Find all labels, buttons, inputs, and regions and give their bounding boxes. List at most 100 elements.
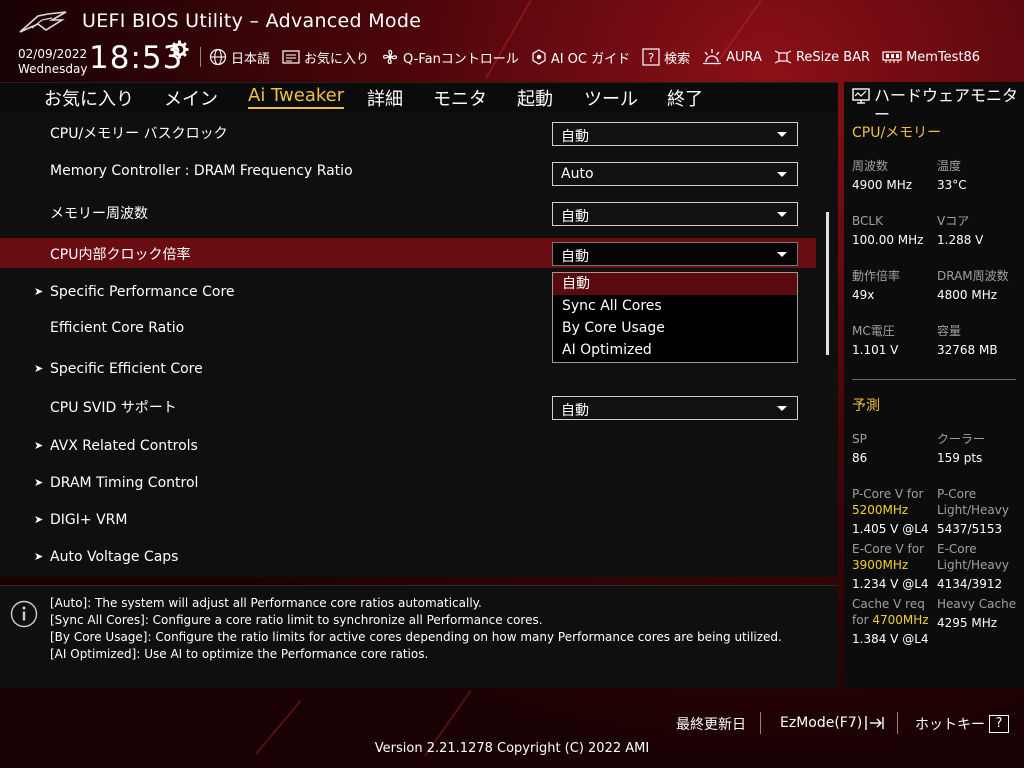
help-panel: [Auto]: The system will adjust all Perfo… <box>0 585 838 688</box>
setting-row-dram-timing[interactable]: ➤ DRAM Timing Control <box>0 469 816 499</box>
tab-favorites[interactable]: お気に入り <box>44 85 134 111</box>
language-button[interactable]: 日本語 <box>209 48 270 67</box>
app-title: UEFI BIOS Utility – Advanced Mode <box>82 10 422 32</box>
hw-label-bclk: BCLK <box>852 214 883 228</box>
settings-panel: CPU/メモリー バスクロック 自動 Memory Controller : D… <box>0 112 838 577</box>
setting-label: メモリー周波数 <box>50 206 148 222</box>
hw-value-bclk: 100.00 MHz <box>852 233 924 247</box>
setting-label: CPU内部クロック倍率 <box>50 247 191 263</box>
dropdown-options-popup: 自動 Sync All Cores By Core Usage AI Optim… <box>552 272 798 363</box>
option-sync-all-cores[interactable]: Sync All Cores <box>553 295 797 317</box>
tab-monitor[interactable]: モニタ <box>433 85 487 111</box>
bclk-dropdown[interactable]: 自動 <box>552 122 798 146</box>
help-text-sync: [Sync All Cores]: Configure a core ratio… <box>50 613 543 627</box>
favorites-button[interactable]: お気に入り <box>282 48 369 67</box>
dropdown-value: Auto <box>561 166 594 182</box>
help-text-auto: [Auto]: The system will adjust all Perfo… <box>50 596 482 610</box>
setting-row-digi-vrm[interactable]: ➤ DIGI+ VRM <box>0 506 816 536</box>
resize-bar-icon <box>774 50 792 64</box>
hw-value-cooler: 159 pts <box>937 451 983 465</box>
gear-icon[interactable] <box>170 40 189 59</box>
submenu-arrow-icon: ➤ <box>34 439 44 452</box>
submenu-arrow-icon: ➤ <box>34 550 44 563</box>
dropdown-value: 自動 <box>561 129 589 145</box>
last-modified-button[interactable]: 最終更新日 <box>676 714 746 734</box>
submenu-arrow-icon: ➤ <box>34 476 44 489</box>
setting-label: Auto Voltage Caps <box>50 549 179 565</box>
favorites-label: お気に入り <box>304 51 370 67</box>
header: UEFI BIOS Utility – Advanced Mode 02/09/… <box>0 0 1024 82</box>
resize-bar-button[interactable]: ReSize BAR <box>774 48 870 66</box>
date-text: 02/09/2022 <box>18 47 88 61</box>
tab-advanced[interactable]: 詳細 <box>367 85 403 111</box>
setting-label: DIGI+ VRM <box>50 512 128 528</box>
option-by-core-usage[interactable]: By Core Usage <box>553 317 797 339</box>
tab-main[interactable]: メイン <box>164 85 218 111</box>
setting-row-avx[interactable]: ➤ AVX Related Controls <box>0 432 816 462</box>
hotkeys-button[interactable]: ホットキー ? <box>915 714 1009 734</box>
caret-down-icon <box>777 252 787 257</box>
hw-value-pcore-lh: 5437/5153 <box>937 522 1003 536</box>
toolbar: 日本語 お気に入り Q-Fanコントロール AI OC ガイド ? 検索 AUR… <box>200 46 992 68</box>
setting-label: Specific Performance Core <box>50 284 235 300</box>
ezmode-label: EzMode(F7) <box>780 715 863 731</box>
memtest-icon <box>882 51 902 63</box>
settings-scrollbar[interactable] <box>826 212 829 355</box>
submenu-arrow-icon: ➤ <box>34 513 44 526</box>
search-button[interactable]: ? 検索 <box>642 48 690 67</box>
hw-label-pcore-v-freq: 5200MHz <box>852 503 909 517</box>
hw-label-frequency: 周波数 <box>852 159 889 173</box>
hw-label-cache-freq: 4700MHz <box>872 613 929 627</box>
monitor-icon <box>852 88 870 104</box>
dropdown-value: 自動 <box>561 403 589 419</box>
ai-oc-icon <box>532 49 546 65</box>
setting-label: CPU SVID サポート <box>50 400 177 416</box>
hw-value-ecore-lh: 4134/3912 <box>937 577 1003 591</box>
dram-ratio-dropdown[interactable]: Auto <box>552 162 798 186</box>
setting-row-auto-voltage-caps[interactable]: ➤ Auto Voltage Caps <box>0 543 816 573</box>
hw-label-sp: SP <box>852 432 867 446</box>
main-menu-bar: お気に入り メイン Ai Tweaker 詳細 モニタ 起動 ツール 終了 <box>0 82 838 112</box>
hw-label-cache-v-for: for 4700MHz <box>852 612 929 628</box>
qfan-label: Q-Fanコントロール <box>403 51 519 67</box>
hw-label-vcore: Vコア <box>937 214 970 228</box>
footer: 最終更新日 EzMode(F7) ホットキー ? Version 2.21.12… <box>0 688 1024 768</box>
memory-frequency-dropdown[interactable]: 自動 <box>552 202 798 226</box>
hw-monitor-title: ハードウェアモニター <box>874 86 1019 124</box>
ai-oc-label: AI OC ガイド <box>550 51 631 67</box>
hw-value-frequency: 4900 MHz <box>852 178 913 192</box>
language-label: 日本語 <box>231 51 271 67</box>
footer-divider <box>897 712 898 734</box>
cpu-svid-dropdown[interactable]: 自動 <box>552 396 798 420</box>
help-text-ai: [AI Optimized]: Use AI to optimize the P… <box>50 647 429 661</box>
hw-label-pcore-lh-2: Light/Heavy <box>937 503 1009 517</box>
hw-label-pcore-lh-1: P-Core <box>937 487 977 501</box>
cpu-core-ratio-dropdown[interactable]: 自動 <box>552 242 798 266</box>
tab-ai-tweaker[interactable]: Ai Tweaker <box>248 85 345 109</box>
option-auto[interactable]: 自動 <box>553 273 797 295</box>
setting-label: Efficient Core Ratio <box>50 320 185 336</box>
option-ai-optimized[interactable]: AI Optimized <box>553 339 797 361</box>
tab-tool[interactable]: ツール <box>584 85 638 111</box>
svg-text:?: ? <box>648 51 654 65</box>
aura-button[interactable]: AURA <box>702 48 762 66</box>
memtest-button[interactable]: MemTest86 <box>882 50 980 65</box>
search-label: 検索 <box>664 51 691 67</box>
tab-boot[interactable]: 起動 <box>517 85 553 111</box>
help-question-icon: ? <box>989 715 1009 733</box>
setting-label: Specific Efficient Core <box>50 361 203 377</box>
hw-label-temperature: 温度 <box>937 159 962 173</box>
toolbar-divider <box>200 47 201 67</box>
hw-value-heavy-cache: 4295 MHz <box>937 616 998 630</box>
tab-exit[interactable]: 終了 <box>667 85 703 111</box>
memtest-label: MemTest86 <box>906 49 981 65</box>
ai-oc-guide-button[interactable]: AI OC ガイド <box>531 48 630 67</box>
hw-label-ecore-v-freq: 3900MHz <box>852 558 909 572</box>
ezmode-button[interactable]: EzMode(F7) <box>780 714 886 732</box>
hw-value-ratio: 49x <box>852 288 875 302</box>
info-icon <box>10 600 38 628</box>
hw-divider <box>852 379 1016 380</box>
qfan-button[interactable]: Q-Fanコントロール <box>381 48 519 67</box>
submenu-arrow-icon: ➤ <box>34 362 44 375</box>
hw-value-temperature: 33°C <box>937 178 967 192</box>
